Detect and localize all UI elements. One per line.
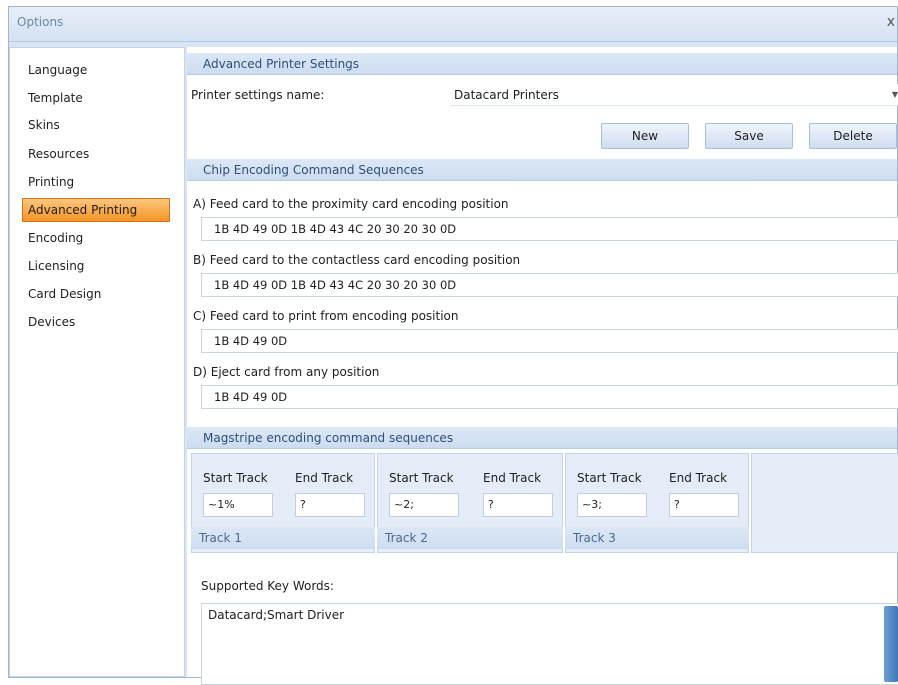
- magstripe-header: Magstripe encoding command sequences: [187, 427, 897, 449]
- advanced-printer-header: Advanced Printer Settings: [187, 53, 897, 75]
- sidebar-item-resources[interactable]: Resources: [20, 144, 89, 164]
- sidebar-item-card-design[interactable]: Card Design: [20, 284, 101, 304]
- sidebar-item-devices[interactable]: Devices: [20, 312, 75, 332]
- chip-field-c[interactable]: 1B 4D 49 0D: [201, 329, 898, 353]
- printer-settings-name-label: Printer settings name:: [191, 88, 325, 102]
- track-2-start-input[interactable]: ~2;: [389, 493, 459, 517]
- track-2-end-input[interactable]: ?: [483, 493, 553, 517]
- sidebar-item-printing[interactable]: Printing: [20, 172, 74, 192]
- new-button[interactable]: New: [601, 123, 689, 149]
- chip-field-b[interactable]: 1B 4D 49 0D 1B 4D 43 4C 20 30 20 30 0D: [201, 273, 898, 297]
- chip-label-c: C) Feed card to print from encoding posi…: [193, 309, 459, 323]
- track-2-label: Track 2: [377, 527, 563, 549]
- save-button[interactable]: Save: [705, 123, 793, 149]
- chip-field-d[interactable]: 1B 4D 49 0D: [201, 385, 898, 409]
- options-window: Options x Language Template Skins Resour…: [8, 6, 898, 685]
- printer-settings-value: Datacard Printers: [454, 88, 559, 102]
- track-2-end-label: End Track: [483, 471, 542, 485]
- settings-panel: Advanced Printer Settings Printer settin…: [187, 47, 898, 685]
- track-3-end-input[interactable]: ?: [669, 493, 739, 517]
- chip-encoding-header: Chip Encoding Command Sequences: [187, 159, 897, 181]
- track-empty-panel: [751, 453, 898, 553]
- keywords-textarea[interactable]: Datacard;Smart Driver: [201, 603, 898, 685]
- chip-label-b: B) Feed card to the contactless card enc…: [193, 253, 521, 267]
- track-3-end-label: End Track: [669, 471, 728, 485]
- chip-field-a[interactable]: 1B 4D 49 0D 1B 4D 43 4C 20 30 20 30 0D: [201, 217, 898, 241]
- keywords-label: Supported Key Words:: [201, 579, 334, 593]
- close-icon[interactable]: x: [887, 14, 895, 30]
- track-1-start-label: Start Track: [203, 471, 268, 485]
- printer-settings-dropdown[interactable]: Datacard Printers ▼: [450, 84, 898, 106]
- track-3-start-label: Start Track: [577, 471, 642, 485]
- sidebar-item-skins[interactable]: Skins: [20, 115, 60, 135]
- track-2-start-label: Start Track: [389, 471, 454, 485]
- sidebar-item-licensing[interactable]: Licensing: [20, 256, 84, 276]
- sidebar-item-language[interactable]: Language: [20, 60, 87, 80]
- chevron-down-icon: ▼: [891, 90, 898, 99]
- delete-button[interactable]: Delete: [809, 123, 897, 149]
- track-1-end-input[interactable]: ?: [295, 493, 365, 517]
- sidebar-item-advanced-printing[interactable]: Advanced Printing: [22, 198, 170, 222]
- window-title: Options: [17, 15, 64, 29]
- keywords-value: Datacard;Smart Driver: [208, 608, 345, 622]
- track-1-end-label: End Track: [295, 471, 354, 485]
- track-3-label: Track 3: [565, 527, 749, 549]
- sidebar-item-template[interactable]: Template: [20, 88, 83, 108]
- chip-label-d: D) Eject card from any position: [193, 365, 380, 379]
- options-sidebar: Language Template Skins Resources Printi…: [9, 47, 185, 677]
- chip-label-a: A) Feed card to the proximity card encod…: [193, 197, 509, 211]
- title-bar: Options x: [9, 7, 897, 42]
- track-3-start-input[interactable]: ~3;: [577, 493, 647, 517]
- track-1-start-input[interactable]: ~1%: [203, 493, 273, 517]
- vertical-scrollbar[interactable]: [884, 606, 898, 682]
- track-1-label: Track 1: [191, 527, 375, 549]
- sidebar-item-encoding[interactable]: Encoding: [20, 228, 83, 248]
